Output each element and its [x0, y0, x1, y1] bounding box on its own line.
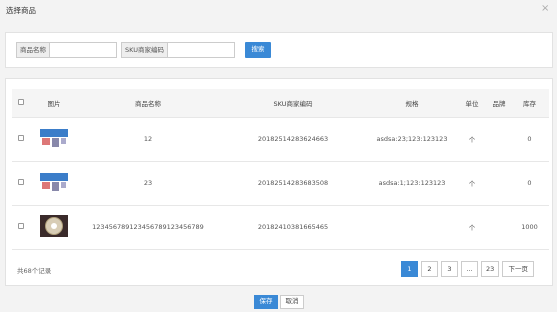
header-name: 商品名称: [135, 99, 161, 108]
unit: 个: [468, 180, 476, 188]
product-name-input[interactable]: [50, 43, 116, 57]
product-name: 12: [143, 135, 153, 143]
spec: asdsa:1;123:123123: [378, 179, 446, 187]
sku-code-input[interactable]: [167, 43, 234, 57]
sku-code: 20182514283683508: [257, 179, 329, 187]
product-name: 12345678912345678912345678​9: [92, 223, 204, 231]
row-checkbox[interactable]: [18, 135, 24, 141]
header-image: 图片: [47, 99, 61, 108]
sku-code: 20182410381665465: [257, 223, 329, 231]
table-row[interactable]: 23 20182514283683508 asdsa:1;123:123123 …: [12, 161, 549, 205]
table-header-row: 图片 商品名称 SKU商家编码 规格 单位 品牌 库存: [12, 89, 549, 117]
stock: 0: [527, 179, 532, 187]
page-1-button[interactable]: 1: [401, 261, 418, 277]
brand: [488, 161, 510, 205]
table-row[interactable]: 12 20182514283624663 asdsa:23;123:123123…: [12, 117, 549, 161]
product-table-panel: 图片 商品名称 SKU商家编码 规格 单位 品牌 库存 12 201825142…: [5, 78, 553, 286]
select-all-checkbox[interactable]: [18, 98, 24, 105]
stock: 1000: [521, 223, 538, 231]
page-3-button[interactable]: 3: [441, 261, 458, 277]
stock: 0: [527, 135, 532, 143]
total-records: 共68个记录: [17, 267, 52, 275]
sku-code-field: SKU商家编码: [121, 42, 235, 58]
unit: 个: [468, 224, 476, 232]
header-sku: SKU商家编码: [273, 99, 313, 108]
product-clock-image: [40, 215, 68, 237]
spec: [368, 205, 456, 249]
unit: 个: [468, 136, 476, 144]
row-checkbox[interactable]: [18, 179, 24, 185]
search-button[interactable]: 搜索: [245, 42, 271, 58]
header-spec: 规格: [405, 99, 419, 108]
page-ellipsis: ...: [461, 261, 478, 277]
save-button[interactable]: 保存: [254, 295, 278, 309]
sku-code: 20182514283624663: [257, 135, 329, 143]
product-name-field: 商品名称: [16, 42, 117, 58]
product-name: 23: [143, 179, 153, 187]
pagination: 1 2 3 ... 23 下一页: [401, 261, 535, 277]
page-2-button[interactable]: 2: [421, 261, 438, 277]
product-name-label: 商品名称: [17, 43, 50, 57]
dialog-title: 选择商品: [6, 6, 36, 15]
select-product-dialog: 选择商品 × 商品名称 SKU商家编码 搜索 图片 商品名称 SKU商家编码 规…: [0, 0, 557, 312]
spec: asdsa:23;123:123123: [376, 135, 448, 143]
brand: [488, 205, 510, 249]
product-screen-image: [40, 127, 68, 149]
header-stock: 库存: [523, 99, 536, 108]
product-screen-image: [40, 171, 68, 193]
cancel-button[interactable]: 取消: [280, 295, 304, 309]
product-table: 图片 商品名称 SKU商家编码 规格 单位 品牌 库存 12 201825142…: [12, 89, 549, 250]
brand: [488, 117, 510, 161]
sku-code-label: SKU商家编码: [122, 43, 168, 57]
row-checkbox[interactable]: [18, 223, 24, 229]
dialog-actions: 保存 取消: [254, 295, 304, 309]
page-23-button[interactable]: 23: [481, 261, 500, 277]
table-row[interactable]: 12345678912345678912345678​9 20182410381…: [12, 205, 549, 249]
next-page-button[interactable]: 下一页: [502, 261, 535, 277]
close-icon[interactable]: ×: [541, 3, 549, 14]
header-brand: 品牌: [492, 99, 506, 108]
header-unit: 单位: [465, 99, 479, 108]
search-panel: 商品名称 SKU商家编码 搜索: [5, 32, 553, 68]
